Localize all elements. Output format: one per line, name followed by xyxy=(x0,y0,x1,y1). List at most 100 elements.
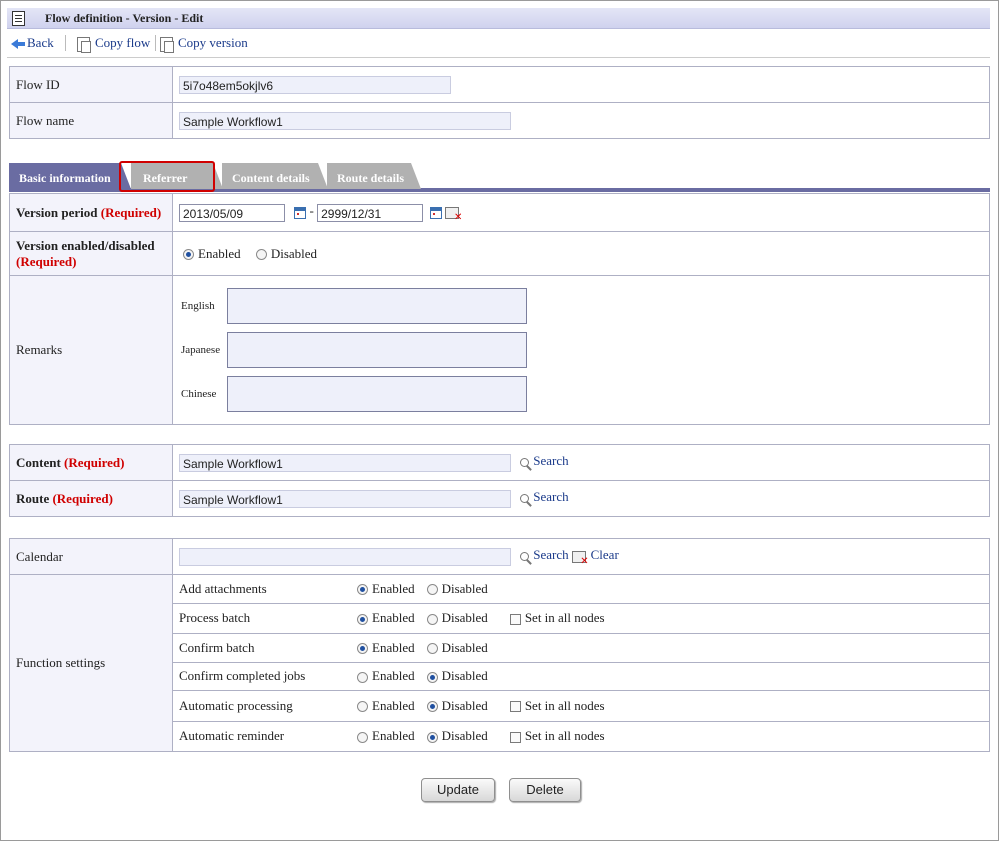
start-date-input[interactable]: 2013/05/09 xyxy=(179,203,285,222)
disabled-radio[interactable] xyxy=(426,701,438,713)
enabled-text: Enabled xyxy=(372,580,415,596)
window-title: Flow definition - Version - Edit xyxy=(45,11,204,25)
content-route-table: Content (Required) Sample Workflow1 Sear… xyxy=(9,444,990,517)
enabled-radio[interactable] xyxy=(357,643,368,655)
update-button[interactable]: Update xyxy=(421,778,495,802)
disabled-radio[interactable] xyxy=(426,613,438,625)
version-enabled-label: Version enabled/disabled (Required) xyxy=(9,231,173,276)
search-icon xyxy=(520,458,530,467)
disabled-text: Disabled xyxy=(441,728,488,744)
remarks-english-label: English xyxy=(181,300,215,312)
function-row: Add attachments Enabled Disabled xyxy=(173,575,989,604)
enabled-text: Enabled xyxy=(372,728,415,744)
remarks-chinese-textarea[interactable] xyxy=(227,376,527,412)
enabled-radio[interactable] xyxy=(357,701,368,713)
calendar-icon[interactable] xyxy=(294,206,307,219)
copy-icon xyxy=(160,36,174,53)
enabled-radio[interactable] xyxy=(357,671,368,683)
disabled-text: Disabled xyxy=(441,639,488,655)
end-date-input[interactable]: 2999/12/31 xyxy=(317,203,424,222)
disabled-radio[interactable] xyxy=(426,584,438,596)
enabled-text: Enabled xyxy=(372,610,415,625)
tab-content-details[interactable]: Content details xyxy=(222,163,328,189)
disabled-text: Disabled xyxy=(441,697,488,713)
function-name: Automatic reminder xyxy=(179,728,285,744)
enabled-text: Enabled xyxy=(372,668,415,683)
flow-id-label: Flow ID xyxy=(9,66,173,103)
function-options: Enabled Disabled xyxy=(347,575,989,604)
basic-info-table: Version period (Required) 2013/05/09 - 2… xyxy=(9,193,990,425)
calendar-clear-button[interactable]: Clear xyxy=(591,547,619,562)
delete-button[interactable]: Delete xyxy=(509,778,581,802)
disabled-radio[interactable] xyxy=(426,671,438,683)
search-icon xyxy=(520,494,530,503)
search-icon xyxy=(520,552,530,561)
enabled-radio[interactable] xyxy=(357,731,368,743)
remarks-japanese-textarea[interactable] xyxy=(227,332,527,368)
content-field: Sample Workflow1 xyxy=(179,453,511,472)
version-disabled-text: Disabled xyxy=(270,245,318,261)
function-name: Automatic processing xyxy=(173,690,347,722)
function-name: Confirm batch xyxy=(173,633,347,663)
remarks-chinese-label: Chinese xyxy=(181,388,217,400)
content-label: Content (Required) xyxy=(9,444,173,481)
route-field: Sample Workflow1 xyxy=(179,489,511,508)
enabled-radio[interactable] xyxy=(357,584,368,596)
tab-referrer[interactable]: Referrer xyxy=(131,163,223,189)
tab-route-details[interactable]: Route details xyxy=(327,163,421,189)
function-row: Process batch Enabled Disabled Set in all … xyxy=(173,603,989,634)
tab-basic-information[interactable]: Basic information xyxy=(9,163,131,189)
date-range-dash: - xyxy=(309,203,314,219)
copy-flow-button[interactable]: Copy flow xyxy=(77,35,150,53)
back-arrow-icon xyxy=(11,39,25,50)
tab-bar: Basic information Referrer Content detai… xyxy=(9,163,990,192)
function-settings-label: Function settings xyxy=(9,574,173,752)
function-options: Enabled Disabled Set in all nodes xyxy=(347,603,989,634)
function-name: Process batch xyxy=(173,603,347,634)
calendar-label: Calendar xyxy=(9,538,173,575)
content-search-button[interactable]: Search xyxy=(520,453,569,468)
copy-version-button[interactable]: Copy version xyxy=(160,35,248,53)
remarks-japanese-label: Japanese xyxy=(181,344,221,356)
enabled-radio[interactable] xyxy=(357,613,368,625)
version-disabled-radio[interactable] xyxy=(255,249,267,261)
function-name: Confirm completed jobs xyxy=(173,662,347,691)
tab-notch xyxy=(411,163,421,189)
flow-name-field: Sample Workflow1 xyxy=(179,111,511,130)
set-all-text: Set in all nodes xyxy=(524,728,605,744)
enabled-text: Enabled xyxy=(372,639,415,655)
version-enabled-radio[interactable] xyxy=(183,249,194,261)
calendar-search-button[interactable]: Search xyxy=(520,547,569,562)
function-options: Enabled Disabled Set in all nodes xyxy=(347,721,989,751)
tab-notch xyxy=(121,163,131,189)
function-row: Automatic reminder Enabled Disabled Set in… xyxy=(173,721,989,751)
flow-name-label: Flow name xyxy=(9,102,173,139)
remarks-english-textarea[interactable] xyxy=(227,288,527,324)
clear-date-icon[interactable] xyxy=(445,206,462,223)
toolbar: Back Copy flow Copy version xyxy=(7,29,990,58)
function-settings-grid: Add attachments Enabled Disabled Process … xyxy=(173,575,989,751)
set-all-checkbox[interactable] xyxy=(509,731,521,743)
set-all-checkbox[interactable] xyxy=(509,613,521,625)
disabled-text: Disabled xyxy=(441,580,488,596)
function-row: Confirm batch Enabled Disabled xyxy=(173,633,989,663)
copy-icon xyxy=(77,36,91,53)
function-row: Confirm completed jobs Enabled Disabled xyxy=(173,662,989,691)
disabled-radio[interactable] xyxy=(426,731,438,743)
clear-icon[interactable] xyxy=(571,550,589,567)
route-search-button[interactable]: Search xyxy=(520,489,569,504)
window-frame: Flow definition - Version - Edit Back Co… xyxy=(0,0,999,841)
set-all-checkbox[interactable] xyxy=(509,701,521,713)
disabled-radio[interactable] xyxy=(426,643,438,655)
function-options: Enabled Disabled xyxy=(347,633,989,663)
version-period-label: Version period (Required) xyxy=(9,193,173,232)
calendar-field xyxy=(179,547,511,566)
enabled-text: Enabled xyxy=(372,697,415,713)
calendar-icon[interactable] xyxy=(430,206,443,219)
function-options: Enabled Disabled Set in all nodes xyxy=(347,690,989,722)
function-row: Automatic processing Enabled Disabled Set … xyxy=(173,690,989,722)
remarks-label: Remarks xyxy=(9,275,173,425)
back-button[interactable]: Back xyxy=(11,35,54,51)
version-enabled-text: Enabled xyxy=(198,245,241,261)
toolbar-separator xyxy=(65,35,66,51)
